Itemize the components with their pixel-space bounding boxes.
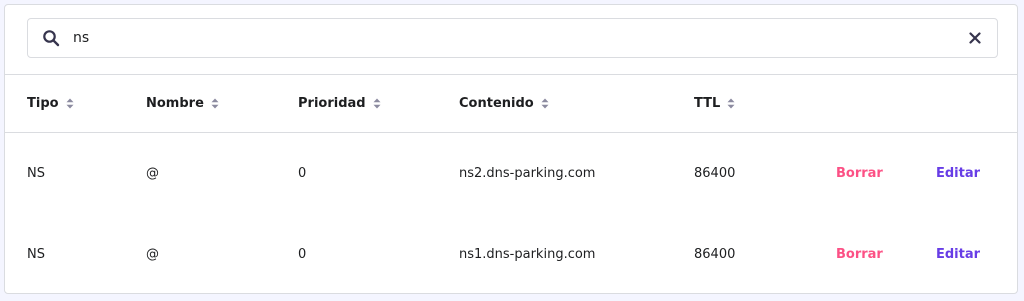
edit-button[interactable]: Editar [936,166,980,181]
cell-tipo: NS [27,166,45,181]
column-label: Prioridad [298,96,366,111]
sort-icon[interactable] [373,98,381,109]
delete-button[interactable]: Borrar [836,166,883,181]
cell-nombre: @ [146,166,159,181]
sort-icon[interactable] [66,98,74,109]
column-header-prioridad[interactable]: Prioridad [298,75,381,132]
cell-ttl: 86400 [694,166,736,181]
close-icon[interactable] [955,18,995,58]
column-header-contenido[interactable]: Contenido [459,75,549,132]
cell-prioridad: 0 [298,166,307,181]
cell-nombre: @ [146,247,159,262]
search-bar [5,5,1017,75]
dns-records-card: Tipo Nombre Prioridad Contenido TTL [4,4,1018,294]
sort-icon[interactable] [211,98,219,109]
search-field[interactable] [27,18,998,58]
cell-contenido: ns2.dns-parking.com [459,166,596,181]
search-input[interactable] [71,20,955,56]
cell-tipo: NS [27,247,45,262]
delete-button[interactable]: Borrar [836,247,883,262]
column-label: Contenido [459,96,534,111]
search-icon [31,18,71,58]
column-label: TTL [694,96,721,111]
column-header-tipo[interactable]: Tipo [27,75,74,132]
cell-ttl: 86400 [694,247,736,262]
table-header: Tipo Nombre Prioridad Contenido TTL [5,75,1017,133]
column-header-ttl[interactable]: TTL [694,75,735,132]
sort-icon[interactable] [541,98,549,109]
table-row: NS @ 0 ns1.dns-parking.com 86400 Borrar … [5,214,1017,293]
column-label: Nombre [146,96,204,111]
table-row: NS @ 0 ns2.dns-parking.com 86400 Borrar … [5,133,1017,214]
edit-button[interactable]: Editar [936,247,980,262]
cell-contenido: ns1.dns-parking.com [459,247,596,262]
cell-prioridad: 0 [298,247,307,262]
sort-icon[interactable] [727,98,735,109]
column-header-nombre[interactable]: Nombre [146,75,219,132]
column-label: Tipo [27,96,59,111]
